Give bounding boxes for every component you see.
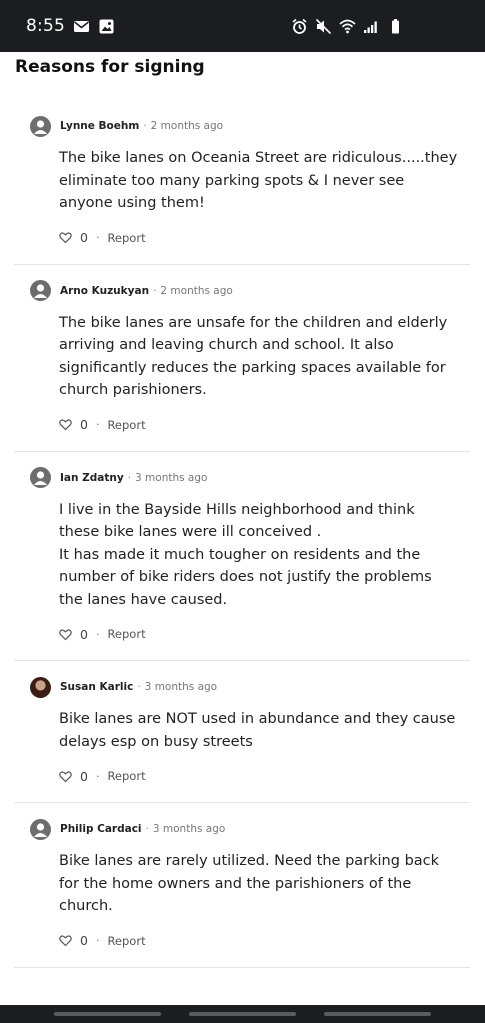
action-separator: · — [95, 934, 100, 947]
comment-text: Bike lanes are rarely utilized. Need the… — [59, 853, 440, 914]
meta-separator: · — [153, 284, 157, 297]
comment-time: 2 months ago — [160, 284, 233, 297]
author-name[interactable]: Arno Kuzukyan — [60, 285, 149, 297]
heart-icon[interactable] — [59, 770, 72, 783]
nav-handle-left[interactable] — [54, 1012, 161, 1016]
comment-header: Ian Zdatny · 3 months ago — [30, 467, 470, 489]
action-separator: · — [95, 769, 100, 783]
comment-time: 3 months ago — [144, 681, 218, 693]
like-count: 0 — [80, 933, 88, 948]
battery-icon — [387, 18, 404, 35]
report-link[interactable]: Report — [107, 627, 145, 641]
heart-icon[interactable] — [59, 231, 72, 244]
meta-separator: · — [127, 471, 132, 484]
comment-actions: 0 · Report — [59, 626, 470, 642]
image-icon — [98, 18, 115, 35]
comment-item: Arno Kuzukyan · 2 months ago The bike lanes… — [14, 265, 470, 452]
signal-icon — [363, 18, 380, 35]
like-count: 0 — [80, 626, 88, 642]
comments-list: Lynne Boehm · 2 months ago The bike lanes o… — [14, 100, 470, 968]
avatar-icon[interactable] — [30, 115, 51, 137]
status-time: 8:55 — [26, 16, 65, 36]
avatar-icon[interactable] — [30, 818, 51, 840]
avatar-icon[interactable] — [30, 280, 51, 301]
avatar-icon[interactable] — [30, 467, 51, 488]
report-link[interactable]: Report — [107, 418, 145, 432]
action-separator: · — [95, 627, 100, 641]
author-name[interactable]: Philip Cardaci — [60, 823, 142, 835]
comment-text: Bike lanes are NOT used in abundance and… — [59, 711, 456, 750]
report-link[interactable]: Report — [107, 231, 145, 245]
comment-time: 3 months ago — [152, 823, 226, 835]
comment-item: Philip Cardaci · 3 months ago Bike lanes ar… — [14, 803, 470, 968]
comment-header: Lynne Boehm · 2 months ago — [30, 115, 470, 137]
comment-actions: 0 · Report — [59, 768, 470, 784]
status-bar: 8:55 — [0, 0, 485, 52]
comment-header: Philip Cardaci · 3 months ago — [30, 818, 470, 840]
comment-text: The bike lanes on Oceania Street are rid… — [59, 150, 458, 211]
comment-header: Arno Kuzukyan · 2 months ago — [30, 280, 470, 302]
mute-icon — [315, 18, 332, 35]
wifi-icon — [339, 18, 356, 35]
like-count: 0 — [80, 417, 88, 432]
comment-text: I live in the Bayside Hills neighborhood… — [59, 501, 432, 608]
like-count: 0 — [80, 230, 88, 245]
comment-item: Ian Zdatny · 3 months ago I live in the Bay… — [14, 452, 470, 661]
comment-text: The bike lanes are unsafe for the childr… — [59, 314, 448, 399]
heart-icon[interactable] — [59, 934, 72, 947]
meta-separator: · — [143, 120, 147, 132]
meta-separator: · — [145, 823, 149, 835]
heart-icon[interactable] — [59, 418, 72, 431]
section-title: Reasons for signing — [15, 57, 205, 77]
comment-time: 2 months ago — [150, 120, 224, 132]
comment-item: Susan Karlic · 3 months ago Bike lanes are … — [14, 661, 470, 803]
comment-item: Lynne Boehm · 2 months ago The bike lanes o… — [14, 100, 470, 265]
comment-actions: 0 · Report — [59, 417, 470, 433]
action-separator: · — [95, 231, 100, 244]
comment-actions: 0 · Report — [59, 230, 470, 246]
nav-handle-right[interactable] — [324, 1012, 431, 1016]
navigation-bar — [0, 1005, 485, 1023]
meta-separator: · — [137, 681, 141, 693]
comment-actions: 0 · Report — [59, 933, 470, 949]
comment-time: 3 months ago — [135, 471, 208, 484]
nav-handle-center[interactable] — [189, 1012, 296, 1016]
mail-icon — [73, 18, 90, 35]
alarm-icon — [291, 18, 308, 35]
avatar-photo[interactable] — [30, 676, 51, 698]
action-separator: · — [95, 418, 100, 431]
report-link[interactable]: Report — [107, 934, 145, 948]
author-name[interactable]: Lynne Boehm — [60, 120, 139, 132]
heart-icon[interactable] — [59, 628, 72, 641]
report-link[interactable]: Report — [107, 769, 145, 783]
author-name[interactable]: Ian Zdatny — [60, 472, 124, 484]
author-name[interactable]: Susan Karlic — [60, 681, 133, 693]
comment-header: Susan Karlic · 3 months ago — [30, 676, 470, 698]
like-count: 0 — [80, 768, 88, 784]
